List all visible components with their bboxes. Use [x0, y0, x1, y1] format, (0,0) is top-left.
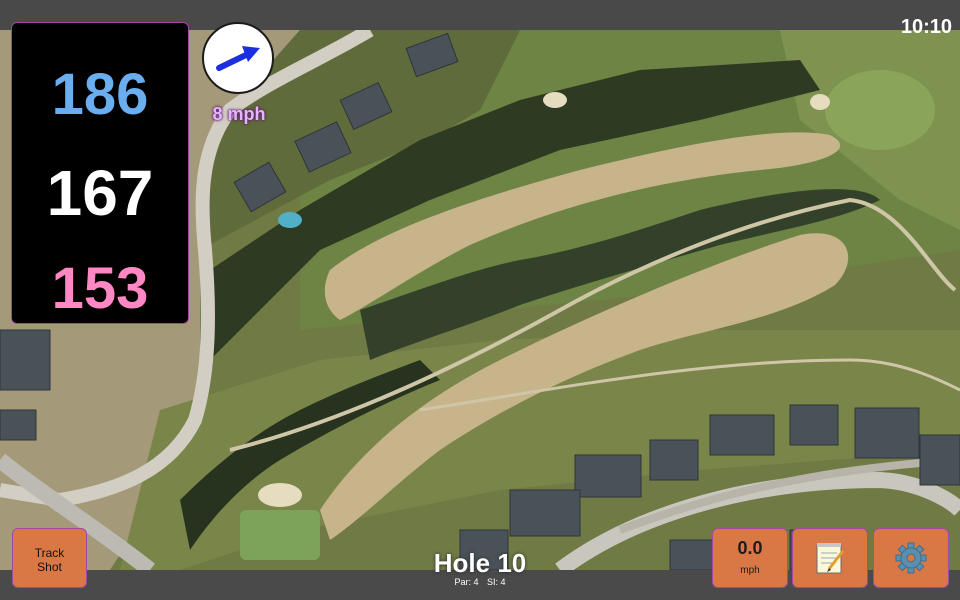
- speed-button[interactable]: 0.0 mph: [712, 528, 788, 588]
- golf-gps-app: 10:10 186 167 153 8 mph Track Shot Hole …: [0, 0, 960, 600]
- notes-button[interactable]: [792, 528, 868, 588]
- hole-si: SI: 4: [487, 577, 506, 587]
- wind-direction-arrow-icon: [216, 46, 260, 71]
- hole-info: Par: 4 SI: 4: [380, 577, 580, 587]
- wind-speed: 8 mph: [212, 104, 266, 124]
- notepad-icon: [816, 543, 845, 574]
- distance-front: 153: [51, 256, 149, 321]
- speed-unit: mph: [740, 565, 760, 576]
- track-shot-label-line2: Shot: [37, 560, 62, 574]
- distance-panel: 186 167 153: [11, 22, 189, 324]
- hole-title: Hole 10: [433, 548, 527, 578]
- status-clock: 10:10: [900, 16, 952, 38]
- settings-button[interactable]: [873, 528, 949, 588]
- wind-indicator: [202, 22, 274, 94]
- distance-middle: 167: [46, 157, 154, 229]
- hole-par: Par: 4: [454, 577, 479, 587]
- speed-value: 0.0: [737, 538, 763, 558]
- track-shot-button[interactable]: Track Shot: [12, 528, 87, 588]
- track-shot-label-line1: Track: [34, 546, 65, 560]
- distance-back: 186: [51, 62, 149, 127]
- gear-icon: [895, 542, 927, 574]
